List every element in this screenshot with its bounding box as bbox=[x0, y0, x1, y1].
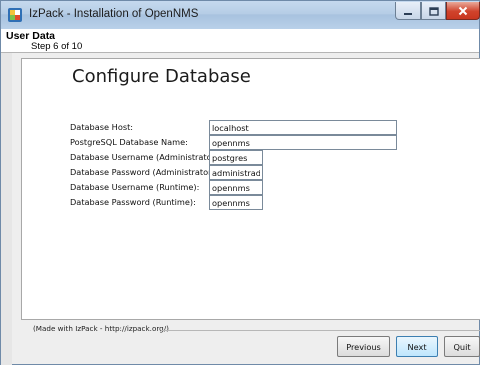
page-title: Configure Database bbox=[72, 66, 251, 87]
izpack-credit: (Made with IzPack - http://izpack.org/) bbox=[33, 324, 169, 333]
title-bar[interactable]: IzPack - Installation of OpenNMS bbox=[1, 1, 480, 29]
admin-password-label: Database Password (Administrator): bbox=[70, 167, 218, 177]
runtime-username-input[interactable] bbox=[209, 180, 263, 195]
database-host-label: Database Host: bbox=[70, 122, 134, 132]
window-title: IzPack - Installation of OpenNMS bbox=[29, 8, 199, 20]
close-button[interactable] bbox=[446, 2, 480, 20]
maximize-icon bbox=[428, 1, 439, 20]
previous-button[interactable]: Previous bbox=[337, 336, 390, 357]
minimize-icon bbox=[403, 1, 413, 20]
installer-window: IzPack - Installation of OpenNMS User Da… bbox=[0, 0, 480, 365]
footer-divider bbox=[161, 330, 480, 331]
quit-button[interactable]: Quit bbox=[444, 336, 480, 357]
next-button[interactable]: Next bbox=[396, 336, 438, 357]
izpack-app-icon bbox=[7, 7, 23, 23]
admin-username-input[interactable] bbox=[209, 150, 263, 165]
database-name-input[interactable] bbox=[209, 135, 397, 150]
header-panel: User Data Step 6 of 10 bbox=[1, 29, 479, 53]
runtime-username-label: Database Username (Runtime): bbox=[70, 182, 200, 192]
admin-username-label: Database Username (Administrator): bbox=[70, 152, 221, 162]
maximize-button[interactable] bbox=[421, 2, 446, 20]
content-panel: Configure Database Database Host: Postgr… bbox=[21, 58, 480, 320]
minimize-button[interactable] bbox=[395, 2, 421, 20]
step-indicator: Step 6 of 10 bbox=[31, 41, 83, 52]
left-edge-strip bbox=[1, 53, 12, 365]
database-name-label: PostgreSQL Database Name: bbox=[70, 137, 188, 147]
runtime-password-input[interactable] bbox=[209, 195, 263, 210]
close-icon bbox=[458, 1, 468, 20]
runtime-password-label: Database Password (Runtime): bbox=[70, 197, 196, 207]
database-host-input[interactable] bbox=[209, 120, 397, 135]
admin-password-input[interactable] bbox=[209, 165, 263, 180]
